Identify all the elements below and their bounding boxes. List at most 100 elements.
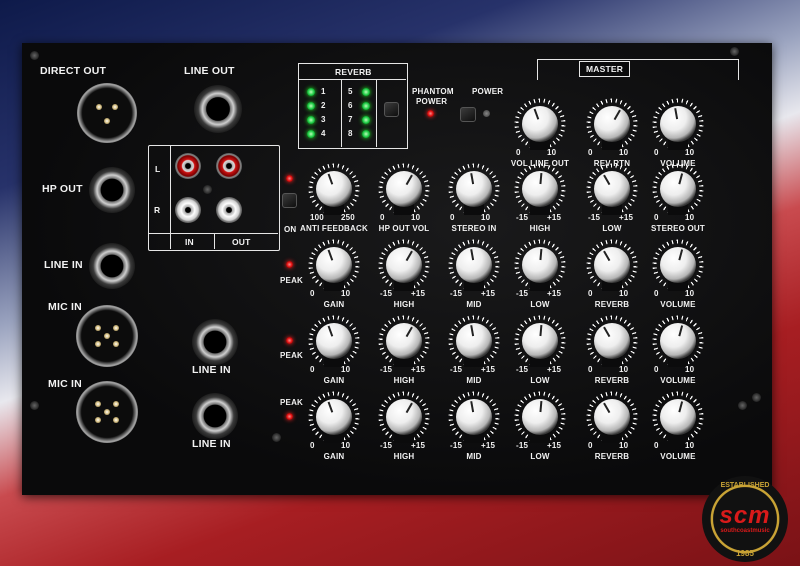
line-in-jack[interactable] (89, 243, 135, 289)
logo-year: 1985 (736, 549, 754, 558)
knob-max-label: +15 (547, 365, 562, 374)
reverb-title-divider (298, 79, 406, 80)
knob-label: LOW (530, 376, 550, 385)
master-rev-rtn-knob[interactable] (586, 98, 638, 150)
mic-in-1-xlr-jack[interactable] (76, 305, 138, 367)
ch1-volume-knob[interactable] (652, 239, 704, 291)
rca-out-l-jack[interactable] (216, 153, 242, 179)
rca-divider-mid (148, 233, 278, 234)
line-in-ch3-label: LINE IN (192, 364, 231, 376)
line-in-ch4-label: LINE IN (192, 438, 231, 450)
ch2-high-knob[interactable] (378, 315, 430, 367)
ch2-gain-knob[interactable] (308, 315, 360, 367)
knob-max-label: 10 (547, 148, 557, 157)
row1-stereo-out-knob[interactable] (652, 163, 704, 215)
reverb-preset-label: 1 (321, 87, 326, 96)
direct-out-xlr-jack[interactable] (77, 83, 137, 143)
row1-hp-out-vol-knob[interactable] (378, 163, 430, 215)
rca-divider-bottom (214, 233, 215, 249)
knob-min-label: -15 (450, 441, 463, 450)
ch2-low-knob[interactable] (514, 315, 566, 367)
knob-min-label: 0 (310, 289, 315, 298)
knob-max-label: +15 (411, 365, 426, 374)
knob-min-label: 0 (310, 441, 315, 450)
reverb-preset-8-led (362, 130, 370, 138)
reverb-preset-2-led (307, 102, 315, 110)
power-led (483, 110, 490, 117)
ch2-mid-knob[interactable] (448, 315, 500, 367)
knob-max-label: 10 (619, 441, 629, 450)
direct-out-label: DIRECT OUT (40, 65, 107, 77)
master-volume-knob[interactable] (652, 98, 704, 150)
knob-max-label: +15 (547, 441, 562, 450)
knob-max-label: 10 (685, 213, 695, 222)
ch1-low-knob[interactable] (514, 239, 566, 291)
knob-min-label: -15 (516, 441, 529, 450)
ch3-low-knob[interactable] (514, 391, 566, 443)
screw (730, 47, 739, 56)
knob-min-label: -15 (516, 289, 529, 298)
master-vol-line-out-knob[interactable] (514, 98, 566, 150)
knob-label: STEREO OUT (650, 224, 705, 233)
line-in-ch3-jack[interactable] (192, 319, 238, 365)
knob-min-label: 0 (654, 289, 659, 298)
knob-label: HIGH (529, 224, 551, 233)
ch1-high-knob[interactable] (378, 239, 430, 291)
row1-stereo-in-knob[interactable] (448, 163, 500, 215)
knob-min-label: -15 (450, 365, 463, 374)
line-in-ch4-jack[interactable] (192, 393, 238, 439)
knob-min-label: 0 (310, 365, 315, 374)
knob-label: ANTI FEEDBACK (300, 224, 368, 233)
line-out-jack[interactable] (194, 85, 242, 133)
line-in-label: LINE IN (44, 259, 83, 271)
knob-min-label: 0 (588, 365, 593, 374)
logo-brand: scm (719, 502, 771, 529)
knob-min-label: -15 (516, 213, 529, 222)
ch3-peak-label: PEAK (280, 398, 304, 407)
knob-label: VOLUME (660, 452, 696, 461)
knob-min-label: -15 (588, 213, 601, 222)
rca-l-label: L (155, 164, 161, 174)
phantom-power-label: PHANTOM (412, 87, 454, 96)
ch3-reverb-knob[interactable] (586, 391, 638, 443)
row1-high-knob[interactable] (514, 163, 566, 215)
mic-in-2-xlr-jack[interactable] (76, 381, 138, 443)
reverb-preset-label: 3 (321, 115, 326, 124)
ch1-gain-knob[interactable] (308, 239, 360, 291)
rca-in-r-jack[interactable] (175, 197, 201, 223)
knob-max-label: +15 (411, 441, 426, 450)
screw (752, 393, 761, 402)
reverb-preset-label: 2 (321, 101, 326, 110)
mic-in-1-label: MIC IN (48, 301, 82, 313)
rca-out-r-jack[interactable] (216, 197, 242, 223)
hp-out-jack[interactable] (89, 167, 135, 213)
knob-label: GAIN (323, 452, 345, 461)
reverb-preset-4-led (307, 130, 315, 138)
row1-anti-feedback-knob[interactable] (308, 163, 360, 215)
knob-max-label: 250 (341, 213, 355, 222)
ch1-reverb-knob[interactable] (586, 239, 638, 291)
row1-low-knob[interactable] (586, 163, 638, 215)
mixer-panel: DIRECT OUT LINE OUT HP OUT LINE IN MIC I… (22, 43, 772, 495)
anti-feedback-on-button[interactable] (282, 193, 297, 208)
ch3-gain-knob[interactable] (308, 391, 360, 443)
power-button[interactable] (460, 107, 476, 122)
knob-max-label: 10 (341, 289, 351, 298)
reverb-select-button[interactable] (384, 102, 399, 117)
knob-max-label: +15 (481, 289, 496, 298)
line-out-label: LINE OUT (184, 65, 235, 77)
knob-max-label: +15 (481, 441, 496, 450)
ch2-reverb-knob[interactable] (586, 315, 638, 367)
screw (203, 185, 212, 194)
knob-max-label: 10 (341, 365, 351, 374)
ch1-mid-knob[interactable] (448, 239, 500, 291)
knob-max-label: +15 (619, 213, 634, 222)
anti-feedback-on-label: ON (284, 225, 297, 234)
ch3-mid-knob[interactable] (448, 391, 500, 443)
ch3-high-knob[interactable] (378, 391, 430, 443)
rca-in-l-jack[interactable] (175, 153, 201, 179)
ch3-volume-knob[interactable] (652, 391, 704, 443)
knob-min-label: 0 (654, 441, 659, 450)
ch2-volume-knob[interactable] (652, 315, 704, 367)
reverb-preset-label: 5 (348, 87, 353, 96)
